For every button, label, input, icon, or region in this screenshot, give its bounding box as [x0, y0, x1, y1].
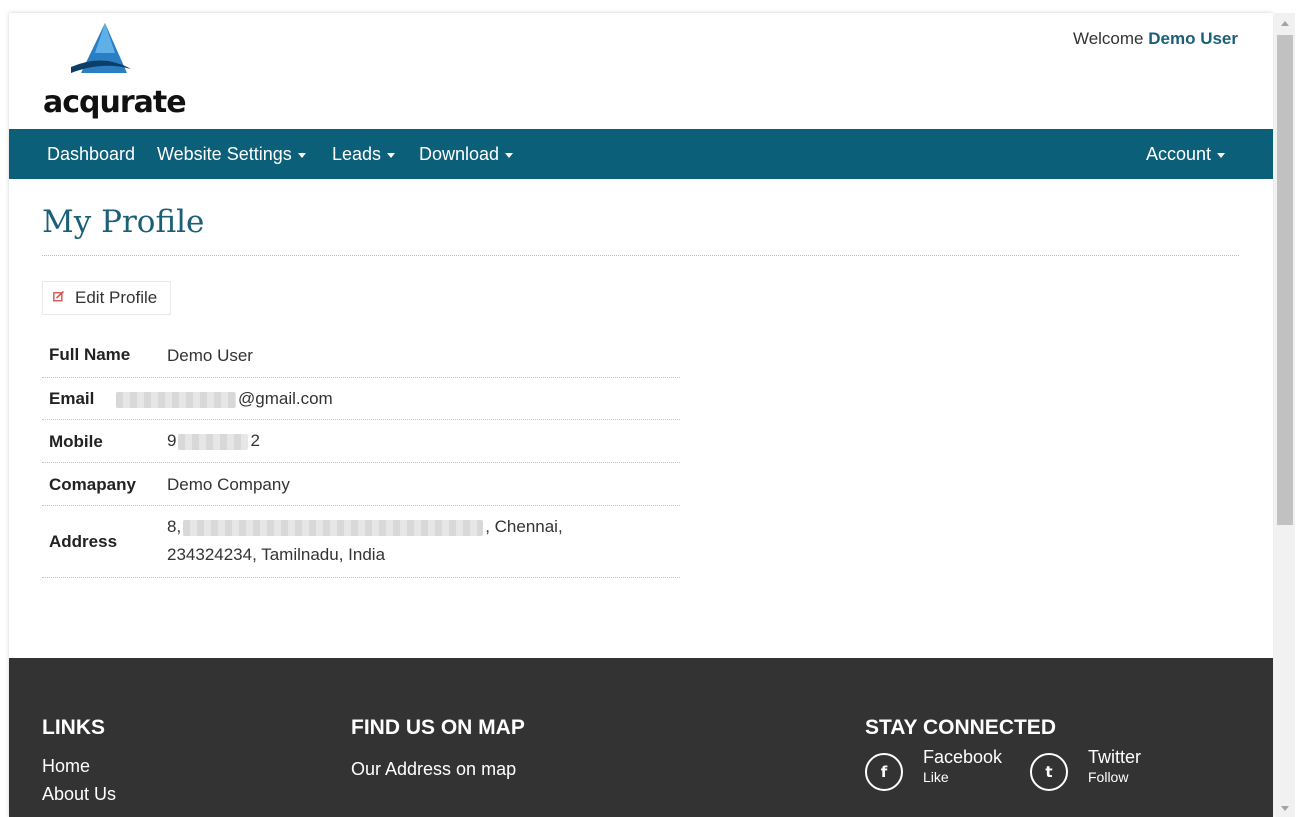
twitter-sub: Follow [1088, 769, 1129, 785]
mobile-end: 2 [250, 431, 260, 450]
mobile-value: 92 [167, 427, 260, 455]
nav-download[interactable]: Download [419, 129, 514, 179]
full-name-value: Demo User [167, 346, 253, 365]
welcome-prefix: Welcome [1072, 29, 1144, 48]
site-footer: LINKS Home About Us FIND US ON MAP Our A… [9, 658, 1273, 817]
redacted-email [116, 391, 236, 408]
mobile-label: Mobile [49, 432, 103, 451]
site-header: acqurate Welcome Demo User [9, 13, 1273, 129]
footer-link-about-us[interactable]: About Us [42, 784, 116, 805]
page-scrollbar[interactable] [1275, 13, 1295, 817]
logo-text: acqurate [43, 85, 187, 120]
nav-dashboard-label: Dashboard [47, 144, 136, 164]
nav-website-settings-label: Website Settings [157, 144, 292, 164]
caret-down-icon [505, 152, 514, 158]
edit-icon [53, 291, 64, 302]
welcome-username[interactable]: Demo User [1148, 29, 1238, 48]
footer-map-link[interactable]: Our Address on map [351, 759, 516, 780]
facebook-sub: Like [923, 769, 949, 785]
facebook-label: Facebook [923, 747, 1003, 767]
profile-row-address: Address 8, , Chennai, 234324234, Tamilnadu… [42, 506, 680, 578]
welcome-message: Welcome Demo User [1073, 29, 1238, 49]
footer-links-heading: LINKS [42, 716, 105, 739]
nav-dashboard[interactable]: Dashboard [47, 129, 135, 179]
profile-row-full-name: Full Name Demo User [42, 339, 680, 378]
mobile-start: 9 [167, 431, 177, 450]
address-line1-start: 8, [167, 517, 182, 536]
footer-link-home[interactable]: Home [42, 756, 90, 777]
footer-connect-heading: STAY CONNECTED [865, 716, 1056, 739]
address-value: 8, , Chennai, 234324234, Tamilnadu, India [167, 513, 563, 569]
page-title: My Profile [42, 204, 205, 240]
profile-row-email: Email @gmail.com [42, 378, 680, 420]
nav-account[interactable]: Account [1146, 129, 1226, 179]
profile-row-mobile: Mobile 92 [42, 420, 680, 463]
twitter-icon: t [1030, 753, 1068, 791]
scrollbar-thumb[interactable] [1277, 35, 1293, 525]
address-line1-end: , Chennai, [485, 517, 563, 536]
edit-profile-label: Edit Profile [75, 288, 158, 307]
title-divider [42, 255, 1239, 256]
twitter-label: Twitter [1088, 747, 1142, 767]
email-value: @gmail.com [114, 385, 333, 413]
footer-map-heading: FIND US ON MAP [351, 716, 525, 739]
full-name-label: Full Name [49, 345, 131, 364]
profile-details-table: Full Name Demo User Email @gmail.com Mob… [42, 339, 680, 578]
caret-down-icon [297, 152, 306, 158]
profile-row-company: Comapany Demo Company [42, 463, 680, 506]
company-value: Demo Company [167, 475, 290, 494]
browser-viewport: acqurate Welcome Demo User Dashboard Web… [9, 13, 1273, 817]
redacted-address [183, 519, 484, 536]
nav-account-label: Account [1146, 144, 1212, 164]
address-label: Address [49, 532, 118, 551]
nav-website-settings[interactable]: Website Settings [157, 129, 306, 179]
main-navbar: Dashboard Website Settings Leads Downloa… [9, 129, 1273, 179]
facebook-icon: f [865, 753, 903, 791]
nav-leads-label: Leads [332, 144, 382, 164]
address-line2: 234324234, Tamilnadu, India [167, 545, 386, 564]
email-suffix: @gmail.com [238, 389, 333, 408]
nav-leads[interactable]: Leads [332, 129, 396, 179]
nav-download-label: Download [419, 144, 500, 164]
logo-triangle-icon [71, 23, 131, 73]
company-label: Comapany [49, 475, 136, 494]
edit-profile-button[interactable]: Edit Profile [42, 281, 171, 315]
email-label: Email [49, 389, 95, 408]
redacted-mobile [178, 433, 249, 450]
caret-down-icon [387, 152, 396, 158]
site-logo[interactable]: acqurate [43, 23, 187, 120]
scroll-down-icon[interactable] [1281, 806, 1289, 811]
scroll-up-icon[interactable] [1281, 21, 1289, 26]
caret-down-icon [1217, 152, 1226, 158]
